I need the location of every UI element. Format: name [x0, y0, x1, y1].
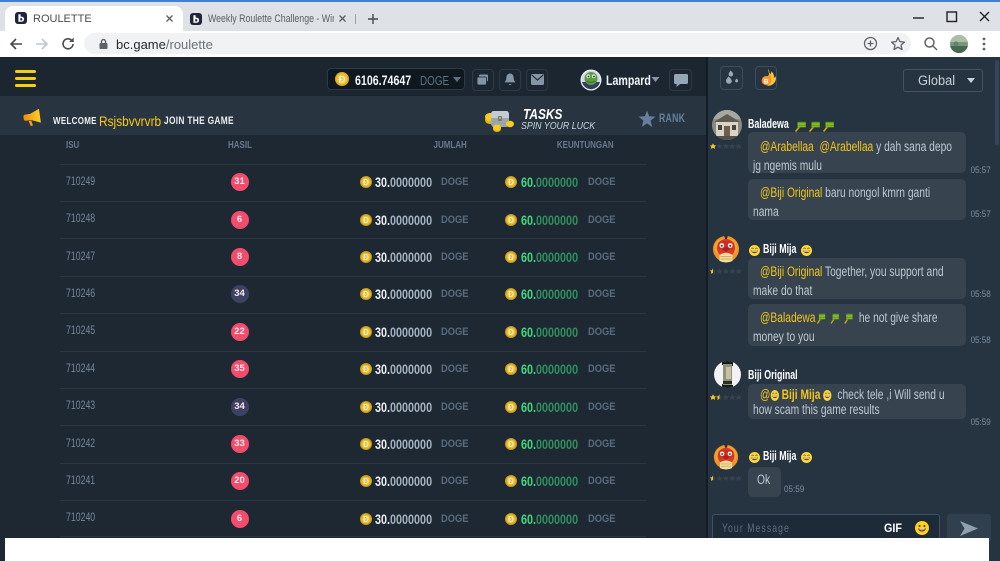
svg-text:Đ: Đ: [363, 440, 369, 449]
svg-text:B: B: [764, 78, 769, 85]
svg-text:Đ: Đ: [363, 216, 369, 225]
svg-text:Đ: Đ: [508, 290, 514, 299]
svg-text:Đ: Đ: [508, 477, 514, 486]
svg-text:Đ: Đ: [508, 253, 514, 262]
svg-text:Đ: Đ: [508, 515, 514, 524]
svg-text:Đ: Đ: [508, 216, 514, 225]
svg-text:Đ: Đ: [339, 75, 346, 86]
svg-text:Đ: Đ: [363, 253, 369, 262]
svg-text:Đ: Đ: [363, 178, 369, 187]
svg-text:Đ: Đ: [508, 403, 514, 412]
svg-text:Đ: Đ: [508, 365, 514, 374]
svg-text:Đ: Đ: [363, 515, 369, 524]
svg-text:Đ: Đ: [508, 440, 514, 449]
svg-text:Đ: Đ: [363, 328, 369, 337]
svg-text:Đ: Đ: [508, 178, 514, 187]
svg-text:Đ: Đ: [363, 403, 369, 412]
svg-text:Đ: Đ: [363, 290, 369, 299]
svg-text:Đ: Đ: [508, 328, 514, 337]
svg-text:Đ: Đ: [363, 365, 369, 374]
svg-text:Đ: Đ: [363, 477, 369, 486]
